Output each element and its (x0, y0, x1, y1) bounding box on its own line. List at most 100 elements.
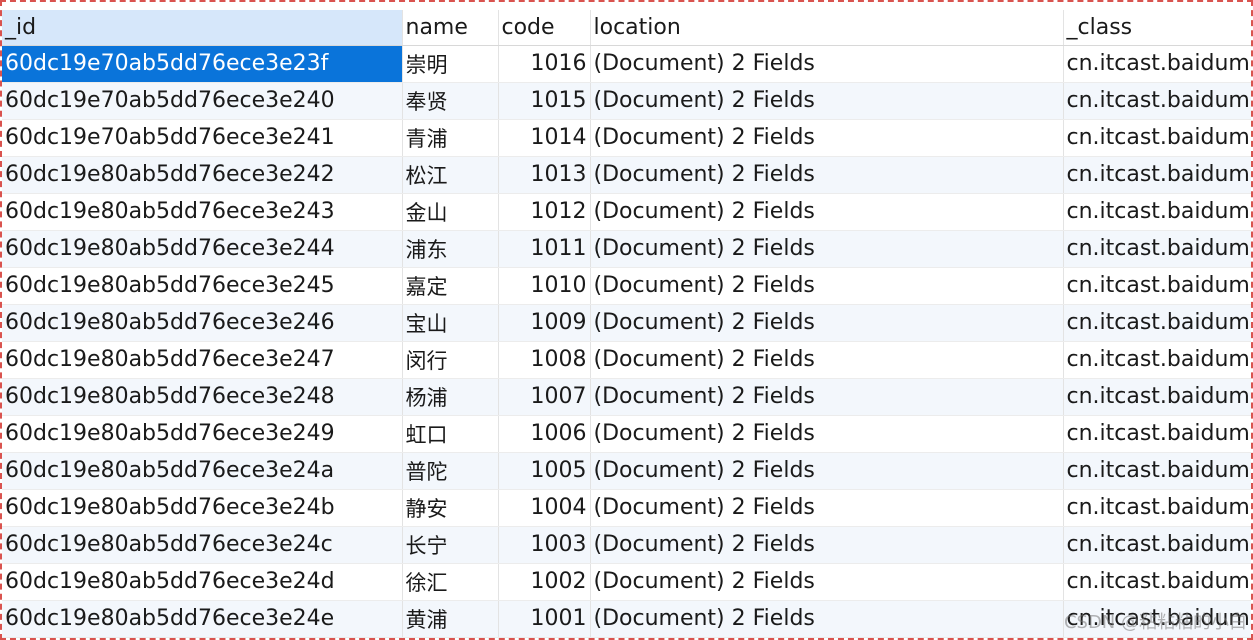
cell-id[interactable]: 60dc19e80ab5dd76ece3e24b (2, 489, 403, 527)
cell-code[interactable]: 1007 (498, 378, 591, 416)
cell-id[interactable]: 60dc19e80ab5dd76ece3e245 (2, 267, 403, 305)
table-row[interactable]: 60dc19e80ab5dd76ece3e24a 普陀 1005 (Document)… (2, 452, 1251, 490)
cell-name[interactable]: 普陀 (402, 452, 499, 490)
cell-code[interactable]: 1008 (498, 341, 591, 379)
table-row[interactable]: 60dc19e80ab5dd76ece3e243 金山 1012 (Document)… (2, 193, 1251, 231)
cell-id[interactable]: 60dc19e80ab5dd76ece3e242 (2, 156, 403, 194)
cell-code[interactable]: 1009 (498, 304, 591, 342)
cell-class[interactable]: cn.itcast.baiduma (1063, 267, 1251, 305)
cell-class[interactable]: cn.itcast.baiduma (1063, 526, 1251, 564)
cell-id[interactable]: 60dc19e80ab5dd76ece3e243 (2, 193, 403, 231)
cell-location[interactable]: (Document) 2 Fields (590, 267, 1064, 305)
cell-name[interactable]: 闵行 (402, 341, 499, 379)
cell-code[interactable]: 1005 (498, 452, 591, 490)
cell-code[interactable]: 1010 (498, 267, 591, 305)
results-grid[interactable]: _id name code location _class 60dc19e70a… (2, 10, 1251, 638)
cell-location[interactable]: (Document) 2 Fields (590, 45, 1064, 83)
cell-location[interactable]: (Document) 2 Fields (590, 489, 1064, 527)
cell-id[interactable]: 60dc19e70ab5dd76ece3e241 (2, 119, 403, 157)
cell-class[interactable]: cn.itcast.baiduma (1063, 489, 1251, 527)
table-row[interactable]: 60dc19e80ab5dd76ece3e24d 徐汇 1002 (Document)… (2, 563, 1251, 601)
table-row[interactable]: 60dc19e80ab5dd76ece3e242 松江 1013 (Document)… (2, 156, 1251, 194)
cell-location[interactable]: (Document) 2 Fields (590, 415, 1064, 453)
cell-id[interactable]: 60dc19e80ab5dd76ece3e248 (2, 378, 403, 416)
cell-id[interactable]: 60dc19e80ab5dd76ece3e24c (2, 526, 403, 564)
cell-name[interactable]: 杨浦 (402, 378, 499, 416)
cell-id[interactable]: 60dc19e70ab5dd76ece3e240 (2, 82, 403, 120)
cell-class[interactable]: cn.itcast.baiduma (1063, 156, 1251, 194)
table-row[interactable]: 60dc19e80ab5dd76ece3e24c 长宁 1003 (Document)… (2, 526, 1251, 564)
cell-name[interactable]: 奉贤 (402, 82, 499, 120)
cell-name[interactable]: 长宁 (402, 526, 499, 564)
table-row[interactable]: 60dc19e80ab5dd76ece3e249 虹口 1006 (Document)… (2, 415, 1251, 453)
cell-location[interactable]: (Document) 2 Fields (590, 452, 1064, 490)
cell-code[interactable]: 1001 (498, 600, 591, 638)
cell-code[interactable]: 1002 (498, 563, 591, 601)
table-row[interactable]: 60dc19e80ab5dd76ece3e247 闵行 1008 (Document)… (2, 341, 1251, 379)
cell-class[interactable]: cn.itcast.baiduma (1063, 230, 1251, 268)
cell-location[interactable]: (Document) 2 Fields (590, 119, 1064, 157)
cell-code[interactable]: 1013 (498, 156, 591, 194)
column-header-id[interactable]: _id (2, 10, 403, 46)
cell-name[interactable]: 宝山 (402, 304, 499, 342)
cell-name[interactable]: 徐汇 (402, 563, 499, 601)
cell-id[interactable]: 60dc19e80ab5dd76ece3e244 (2, 230, 403, 268)
cell-location[interactable]: (Document) 2 Fields (590, 193, 1064, 231)
cell-id[interactable]: 60dc19e80ab5dd76ece3e246 (2, 304, 403, 342)
cell-class[interactable]: cn.itcast.baiduma (1063, 304, 1251, 342)
cell-code[interactable]: 1012 (498, 193, 591, 231)
cell-location[interactable]: (Document) 2 Fields (590, 230, 1064, 268)
cell-id[interactable]: 60dc19e70ab5dd76ece3e23f (2, 45, 403, 83)
cell-name[interactable]: 松江 (402, 156, 499, 194)
column-header-class[interactable]: _class (1063, 10, 1251, 46)
table-row[interactable]: 60dc19e80ab5dd76ece3e244 浦东 1011 (Document)… (2, 230, 1251, 268)
cell-id[interactable]: 60dc19e80ab5dd76ece3e24a (2, 452, 403, 490)
cell-class[interactable]: cn.itcast.baiduma (1063, 378, 1251, 416)
table-row[interactable]: 60dc19e70ab5dd76ece3e23f 崇明 1016 (Document)… (2, 45, 1251, 83)
cell-class[interactable]: cn.itcast.baiduma (1063, 82, 1251, 120)
table-row[interactable]: 60dc19e80ab5dd76ece3e245 嘉定 1010 (Document)… (2, 267, 1251, 305)
cell-location[interactable]: (Document) 2 Fields (590, 304, 1064, 342)
cell-code[interactable]: 1016 (498, 45, 591, 83)
cell-class[interactable]: cn.itcast.baiduma (1063, 415, 1251, 453)
cell-code[interactable]: 1015 (498, 82, 591, 120)
cell-location[interactable]: (Document) 2 Fields (590, 563, 1064, 601)
cell-class[interactable]: cn.itcast.baiduma (1063, 119, 1251, 157)
table-row[interactable]: 60dc19e80ab5dd76ece3e246 宝山 1009 (Document)… (2, 304, 1251, 342)
table-row[interactable]: 60dc19e70ab5dd76ece3e240 奉贤 1015 (Document)… (2, 82, 1251, 120)
cell-location[interactable]: (Document) 2 Fields (590, 82, 1064, 120)
cell-id[interactable]: 60dc19e80ab5dd76ece3e249 (2, 415, 403, 453)
cell-name[interactable]: 浦东 (402, 230, 499, 268)
cell-name[interactable]: 静安 (402, 489, 499, 527)
column-header-location[interactable]: location (590, 10, 1064, 46)
cell-name[interactable]: 黄浦 (402, 600, 499, 638)
cell-class[interactable]: cn.itcast.baiduma (1063, 193, 1251, 231)
cell-name[interactable]: 青浦 (402, 119, 499, 157)
cell-id[interactable]: 60dc19e80ab5dd76ece3e24e (2, 600, 403, 638)
column-header-name[interactable]: name (402, 10, 499, 46)
table-row[interactable]: 60dc19e70ab5dd76ece3e241 青浦 1014 (Document)… (2, 119, 1251, 157)
cell-code[interactable]: 1003 (498, 526, 591, 564)
cell-location[interactable]: (Document) 2 Fields (590, 600, 1064, 638)
cell-name[interactable]: 崇明 (402, 45, 499, 83)
cell-location[interactable]: (Document) 2 Fields (590, 378, 1064, 416)
cell-location[interactable]: (Document) 2 Fields (590, 341, 1064, 379)
cell-name[interactable]: 金山 (402, 193, 499, 231)
cell-class[interactable]: cn.itcast.baiduma (1063, 563, 1251, 601)
cell-code[interactable]: 1011 (498, 230, 591, 268)
cell-id[interactable]: 60dc19e80ab5dd76ece3e247 (2, 341, 403, 379)
cell-code[interactable]: 1014 (498, 119, 591, 157)
cell-class[interactable]: cn.itcast.baiduma (1063, 452, 1251, 490)
cell-name[interactable]: 嘉定 (402, 267, 499, 305)
cell-class[interactable]: cn.itcast.baiduma (1063, 45, 1251, 83)
table-row[interactable]: 60dc19e80ab5dd76ece3e24b 静安 1004 (Document)… (2, 489, 1251, 527)
cell-location[interactable]: (Document) 2 Fields (590, 526, 1064, 564)
cell-class[interactable]: cn.itcast.baiduma (1063, 341, 1251, 379)
table-row[interactable]: 60dc19e80ab5dd76ece3e248 杨浦 1007 (Document)… (2, 378, 1251, 416)
cell-id[interactable]: 60dc19e80ab5dd76ece3e24d (2, 563, 403, 601)
cell-code[interactable]: 1004 (498, 489, 591, 527)
column-header-code[interactable]: code (498, 10, 591, 46)
cell-code[interactable]: 1006 (498, 415, 591, 453)
cell-name[interactable]: 虹口 (402, 415, 499, 453)
cell-location[interactable]: (Document) 2 Fields (590, 156, 1064, 194)
